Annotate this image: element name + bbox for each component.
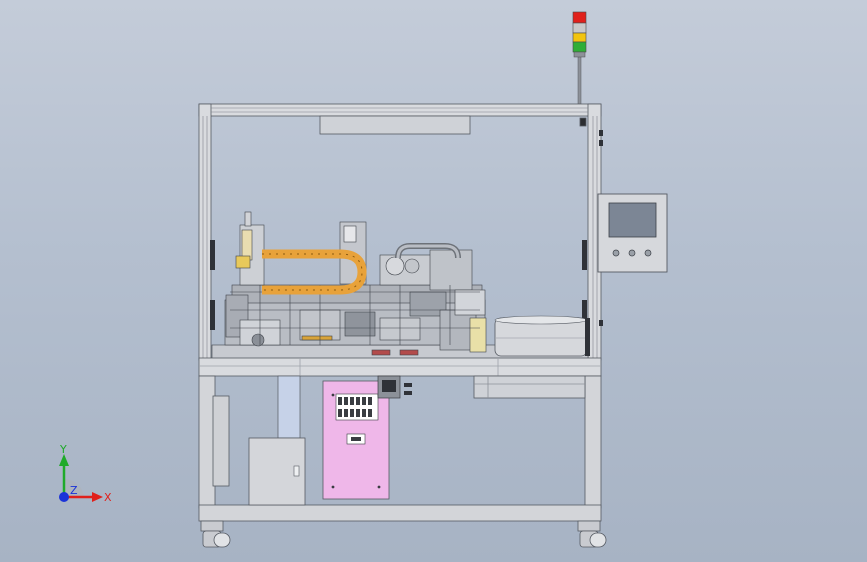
feeder-bowl (494, 315, 590, 357)
motor-unit (377, 375, 412, 399)
hmi-panel (597, 193, 668, 273)
hmi-button-3 (644, 249, 652, 257)
electrical-panel (322, 380, 390, 500)
axis-z-dot (59, 492, 69, 502)
stack-light-red (572, 11, 587, 24)
table-top (198, 357, 602, 377)
hmi-screen (608, 202, 657, 238)
hmi-button-1 (612, 249, 620, 257)
control-cabinet (248, 437, 306, 506)
axis-y-label: Y (59, 443, 67, 456)
axis-x-label: X (104, 491, 112, 504)
hmi-button-2 (628, 249, 636, 257)
axis-z-label: Z (70, 484, 78, 497)
stack-light-yellow (572, 32, 587, 43)
machine-drawing: Y X Z (59, 11, 668, 548)
coordinate-triad: Y X Z (59, 443, 112, 504)
support-column (277, 375, 301, 439)
cad-viewport[interactable]: Y X Z (0, 0, 867, 562)
caster-feet (200, 520, 607, 548)
stack-light-green (572, 41, 587, 53)
signal-tower (572, 11, 587, 109)
